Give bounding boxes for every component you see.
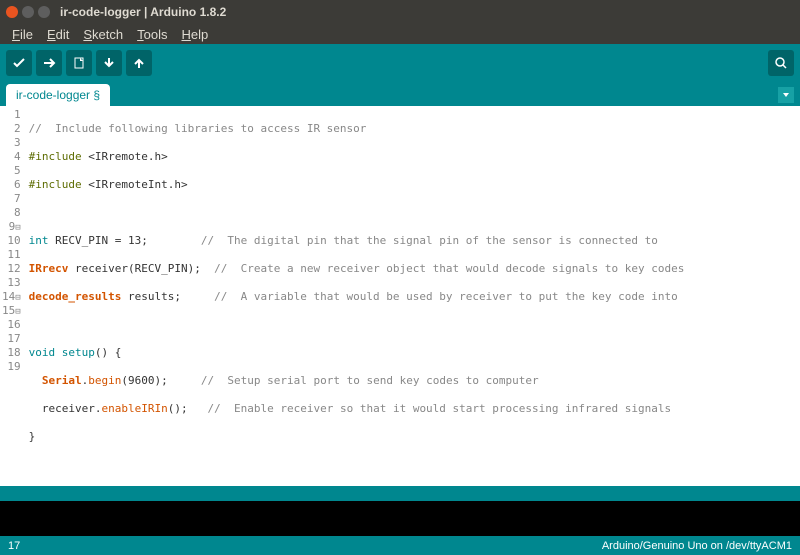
statusbar: 17 Arduino/Genuino Uno on /dev/ttyACM1 [0,536,800,555]
line-gutter: 12345678 9⊟10111213 14⊟15⊟16171819 [0,106,25,486]
status-line-number: 17 [8,540,20,552]
tab-menu-button[interactable] [778,87,794,103]
menu-file[interactable]: File [6,25,39,44]
code-editor[interactable]: 12345678 9⊟10111213 14⊟15⊟16171819 // In… [0,106,800,486]
code-area[interactable]: // Include following libraries to access… [25,106,800,486]
open-button[interactable] [96,50,122,76]
menu-sketch[interactable]: Sketch [77,25,129,44]
toolbar [0,44,800,82]
titlebar: ir-code-logger | Arduino 1.8.2 [0,0,800,24]
new-button[interactable] [66,50,92,76]
tab-sketch[interactable]: ir-code-logger § [6,84,110,106]
window-title: ir-code-logger | Arduino 1.8.2 [60,5,226,19]
message-bar [0,486,800,501]
serial-monitor-button[interactable] [768,50,794,76]
close-icon[interactable] [6,6,18,18]
maximize-icon[interactable] [38,6,50,18]
window-buttons [6,6,50,18]
console [0,501,800,536]
menu-edit[interactable]: Edit [41,25,75,44]
menu-help[interactable]: Help [175,25,214,44]
upload-button[interactable] [36,50,62,76]
tabbar: ir-code-logger § [0,82,800,106]
status-board: Arduino/Genuino Uno on /dev/ttyACM1 [602,540,792,552]
minimize-icon[interactable] [22,6,34,18]
save-button[interactable] [126,50,152,76]
verify-button[interactable] [6,50,32,76]
menubar: File Edit Sketch Tools Help [0,24,800,44]
menu-tools[interactable]: Tools [131,25,173,44]
